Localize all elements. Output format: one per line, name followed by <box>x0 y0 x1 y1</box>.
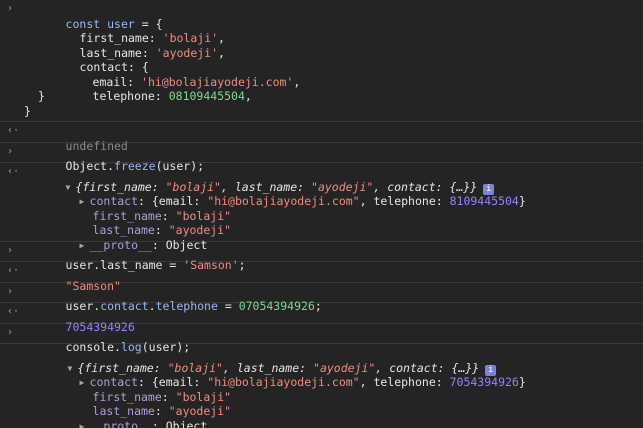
chevron-right-icon: › <box>7 326 14 338</box>
proto-key: __proto__ <box>89 418 152 428</box>
console-input-entry[interactable]: › console.log(user); <box>0 324 643 355</box>
code-line: › user.last_name = 'Samson'; <box>0 244 643 273</box>
code-line: } <box>0 104 643 119</box>
object-property[interactable]: ▶ __proto__: Object <box>0 404 643 428</box>
code-line: last_name: 'ayodeji', <box>0 31 643 60</box>
object-property: first_name: "bolaji" <box>0 375 643 404</box>
output-line: ‹· "Samson" <box>0 264 643 293</box>
colon: : <box>151 418 166 428</box>
devtools-console: › const user = { first_name: 'bolaji', la… <box>0 0 643 428</box>
triangle-right-icon[interactable]: ▶ <box>80 420 90 428</box>
chevron-right-icon: › <box>7 3 14 14</box>
return-arrow-icon: ‹· <box>7 306 20 317</box>
object-property: last_name: "ayodeji" <box>0 390 643 418</box>
brace: } <box>24 103 31 118</box>
proto-value: Object <box>165 418 208 428</box>
code-line: › console.log(user); <box>0 326 643 355</box>
return-arrow-icon: ‹· <box>7 166 20 177</box>
code-line: first_name: 'bolaji', <box>0 17 643 45</box>
object-property[interactable]: ▶ contact: {email: "hi@bolajiayodeji.com"… <box>0 361 643 389</box>
object-summary[interactable]: ▼ {first_name: "bolaji", last_name: "ayod… <box>0 346 643 376</box>
code-line: email: 'hi@bolajiayodeji.com', <box>0 60 643 89</box>
code-line: telephone: 08109445504, <box>0 75 643 103</box>
chevron-right-icon: › <box>7 285 14 297</box>
code-line: › user.contact.telephone = 07054394926; <box>0 285 643 314</box>
object-property: first_name: "bolaji" <box>0 194 643 223</box>
console-input-entry[interactable]: › user.last_name = 'Samson'; <box>0 242 643 273</box>
code-line: › const user = { <box>0 2 643 31</box>
return-arrow-icon: ‹· <box>7 265 20 276</box>
object-property[interactable]: ▶ __proto__: Object <box>0 223 643 252</box>
console-input-entry[interactable]: › user.contact.telephone = 07054394926; <box>0 283 643 314</box>
chevron-right-icon: › <box>7 244 14 256</box>
code-line: › Object.freeze(user); <box>0 145 643 174</box>
output-line: ‹· undefined <box>0 124 643 153</box>
code-line: } <box>0 89 643 104</box>
console-output-entry: ‹· "Samson" <box>0 262 643 293</box>
console-log-entry: ▼ {first_name: "bolaji", last_name: "ayod… <box>0 344 643 428</box>
console-output-entry: ‹· 7054394926 <box>0 303 643 334</box>
object-property: last_name: "ayodeji" <box>0 209 643 237</box>
chevron-right-icon: › <box>7 145 14 157</box>
console-input-entry[interactable]: › const user = { first_name: 'bolaji', la… <box>0 0 643 122</box>
console-input-entry[interactable]: › Object.freeze(user); <box>0 143 643 174</box>
object-property[interactable]: ▶ contact: {email: "hi@bolajiayodeji.com"… <box>0 180 643 208</box>
console-output-entry: ‹· undefined <box>0 122 643 153</box>
console-output-entry: ‹· ▼ {first_name: "bolaji", last_name: "ay… <box>0 163 643 252</box>
brace: } <box>38 89 45 103</box>
return-arrow-icon: ‹· <box>7 125 20 136</box>
object-summary[interactable]: ‹· ▼ {first_name: "bolaji", last_name: "ay… <box>0 165 643 195</box>
output-line: ‹· 7054394926 <box>0 305 643 334</box>
code-line: contact: { <box>0 46 643 74</box>
